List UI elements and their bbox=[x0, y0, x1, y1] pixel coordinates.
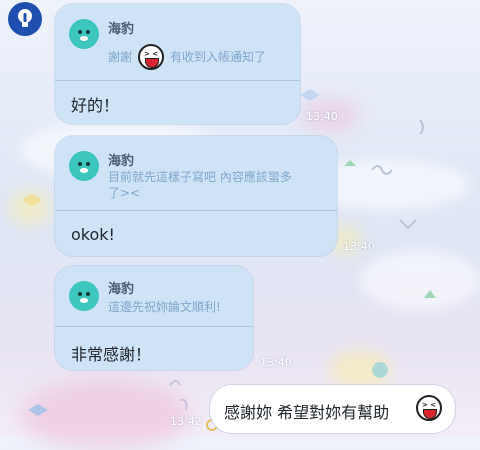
reply-quote-part: 謝謝 bbox=[108, 50, 133, 64]
outgoing-message-bubble[interactable]: 感謝妳 希望對妳有幫助 > < bbox=[210, 385, 455, 433]
message-bubble[interactable]: 海豹 目前就先這樣子寫吧 內容應該蠻多 了>< okok! bbox=[55, 136, 337, 256]
reply-preview[interactable]: 海豹 目前就先這樣子寫吧 內容應該蠻多 了>< bbox=[55, 136, 337, 211]
reply-quote-text: 這邊先祝妳論文順利! bbox=[108, 300, 221, 314]
message-text: 非常感謝！ bbox=[71, 345, 152, 364]
seal-icon bbox=[69, 151, 99, 181]
message-text: 好的！ bbox=[71, 96, 120, 115]
message-time: 13:40 bbox=[306, 110, 338, 123]
message-time: 13:42 bbox=[170, 415, 202, 428]
message-text: okok! bbox=[71, 225, 115, 244]
message-text: 感謝妳 希望對妳有幫助 bbox=[224, 403, 390, 422]
reply-quote-line: 目前就先這樣子寫吧 內容應該蠻多 bbox=[108, 170, 292, 184]
message-bubble[interactable]: 海豹 這邊先祝妳論文順利! 非常感謝！ bbox=[55, 266, 253, 370]
reply-quote-text: 謝謝 > < 有收到入帳通知了 bbox=[108, 44, 266, 70]
reply-sender-name: 海豹 bbox=[108, 282, 135, 297]
laughing-face-sticker-icon: > < bbox=[138, 44, 165, 70]
message-time: 13:40 bbox=[260, 356, 292, 369]
seal-icon bbox=[69, 281, 99, 311]
laughing-face-sticker-icon: > < bbox=[416, 395, 442, 421]
reply-quote-line: 了>< bbox=[108, 186, 141, 200]
reply-sender-name: 海豹 bbox=[108, 154, 135, 169]
message-time: 13:40 bbox=[343, 240, 375, 253]
reply-quote-part: 有收到入帳通知了 bbox=[170, 50, 267, 64]
message-bubble[interactable]: 海豹 謝謝 > < 有收到入帳通知了 好的！ bbox=[55, 4, 300, 124]
reply-sender-name: 海豹 bbox=[108, 22, 135, 37]
chat-avatar[interactable] bbox=[8, 2, 42, 36]
reply-preview[interactable]: 海豹 謝謝 > < 有收到入帳通知了 bbox=[55, 4, 300, 81]
lightbulb-icon bbox=[18, 9, 32, 27]
reply-preview[interactable]: 海豹 這邊先祝妳論文順利! bbox=[55, 266, 253, 327]
seal-icon bbox=[69, 19, 99, 49]
